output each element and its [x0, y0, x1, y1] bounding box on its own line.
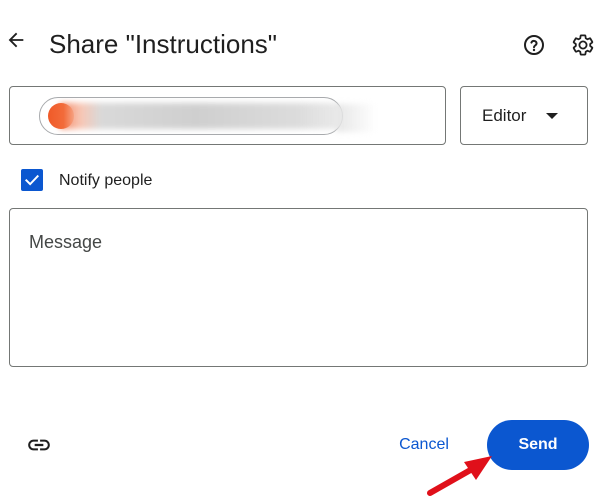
role-select-value: Editor [482, 106, 527, 125]
copy-link-button[interactable] [24, 430, 54, 460]
help-button[interactable] [521, 32, 547, 58]
settings-button[interactable] [570, 32, 596, 58]
gear-icon [572, 34, 594, 56]
send-button[interactable]: Send [487, 420, 589, 470]
redacted-recipient-text [60, 103, 342, 129]
checkmark-icon [24, 174, 40, 186]
dialog-title: Share "Instructions" [49, 29, 278, 59]
message-field [9, 208, 588, 367]
recipient-avatar [48, 103, 74, 129]
back-button[interactable] [2, 26, 30, 54]
message-input[interactable] [10, 209, 587, 366]
link-icon [28, 439, 50, 451]
recipient-chip[interactable] [39, 97, 343, 135]
recipients-field[interactable] [9, 86, 446, 145]
redaction-blur [336, 104, 376, 132]
notify-people-checkbox[interactable] [21, 169, 43, 191]
cancel-button[interactable]: Cancel [385, 425, 463, 465]
dropdown-caret-icon [546, 113, 558, 119]
share-dialog: Share "Instructions" Editor Notify peopl… [0, 0, 606, 500]
notify-people-label: Notify people [59, 172, 153, 189]
arrow-back-icon [8, 32, 24, 48]
help-circle-icon [524, 35, 544, 55]
role-select[interactable]: Editor [460, 86, 588, 145]
